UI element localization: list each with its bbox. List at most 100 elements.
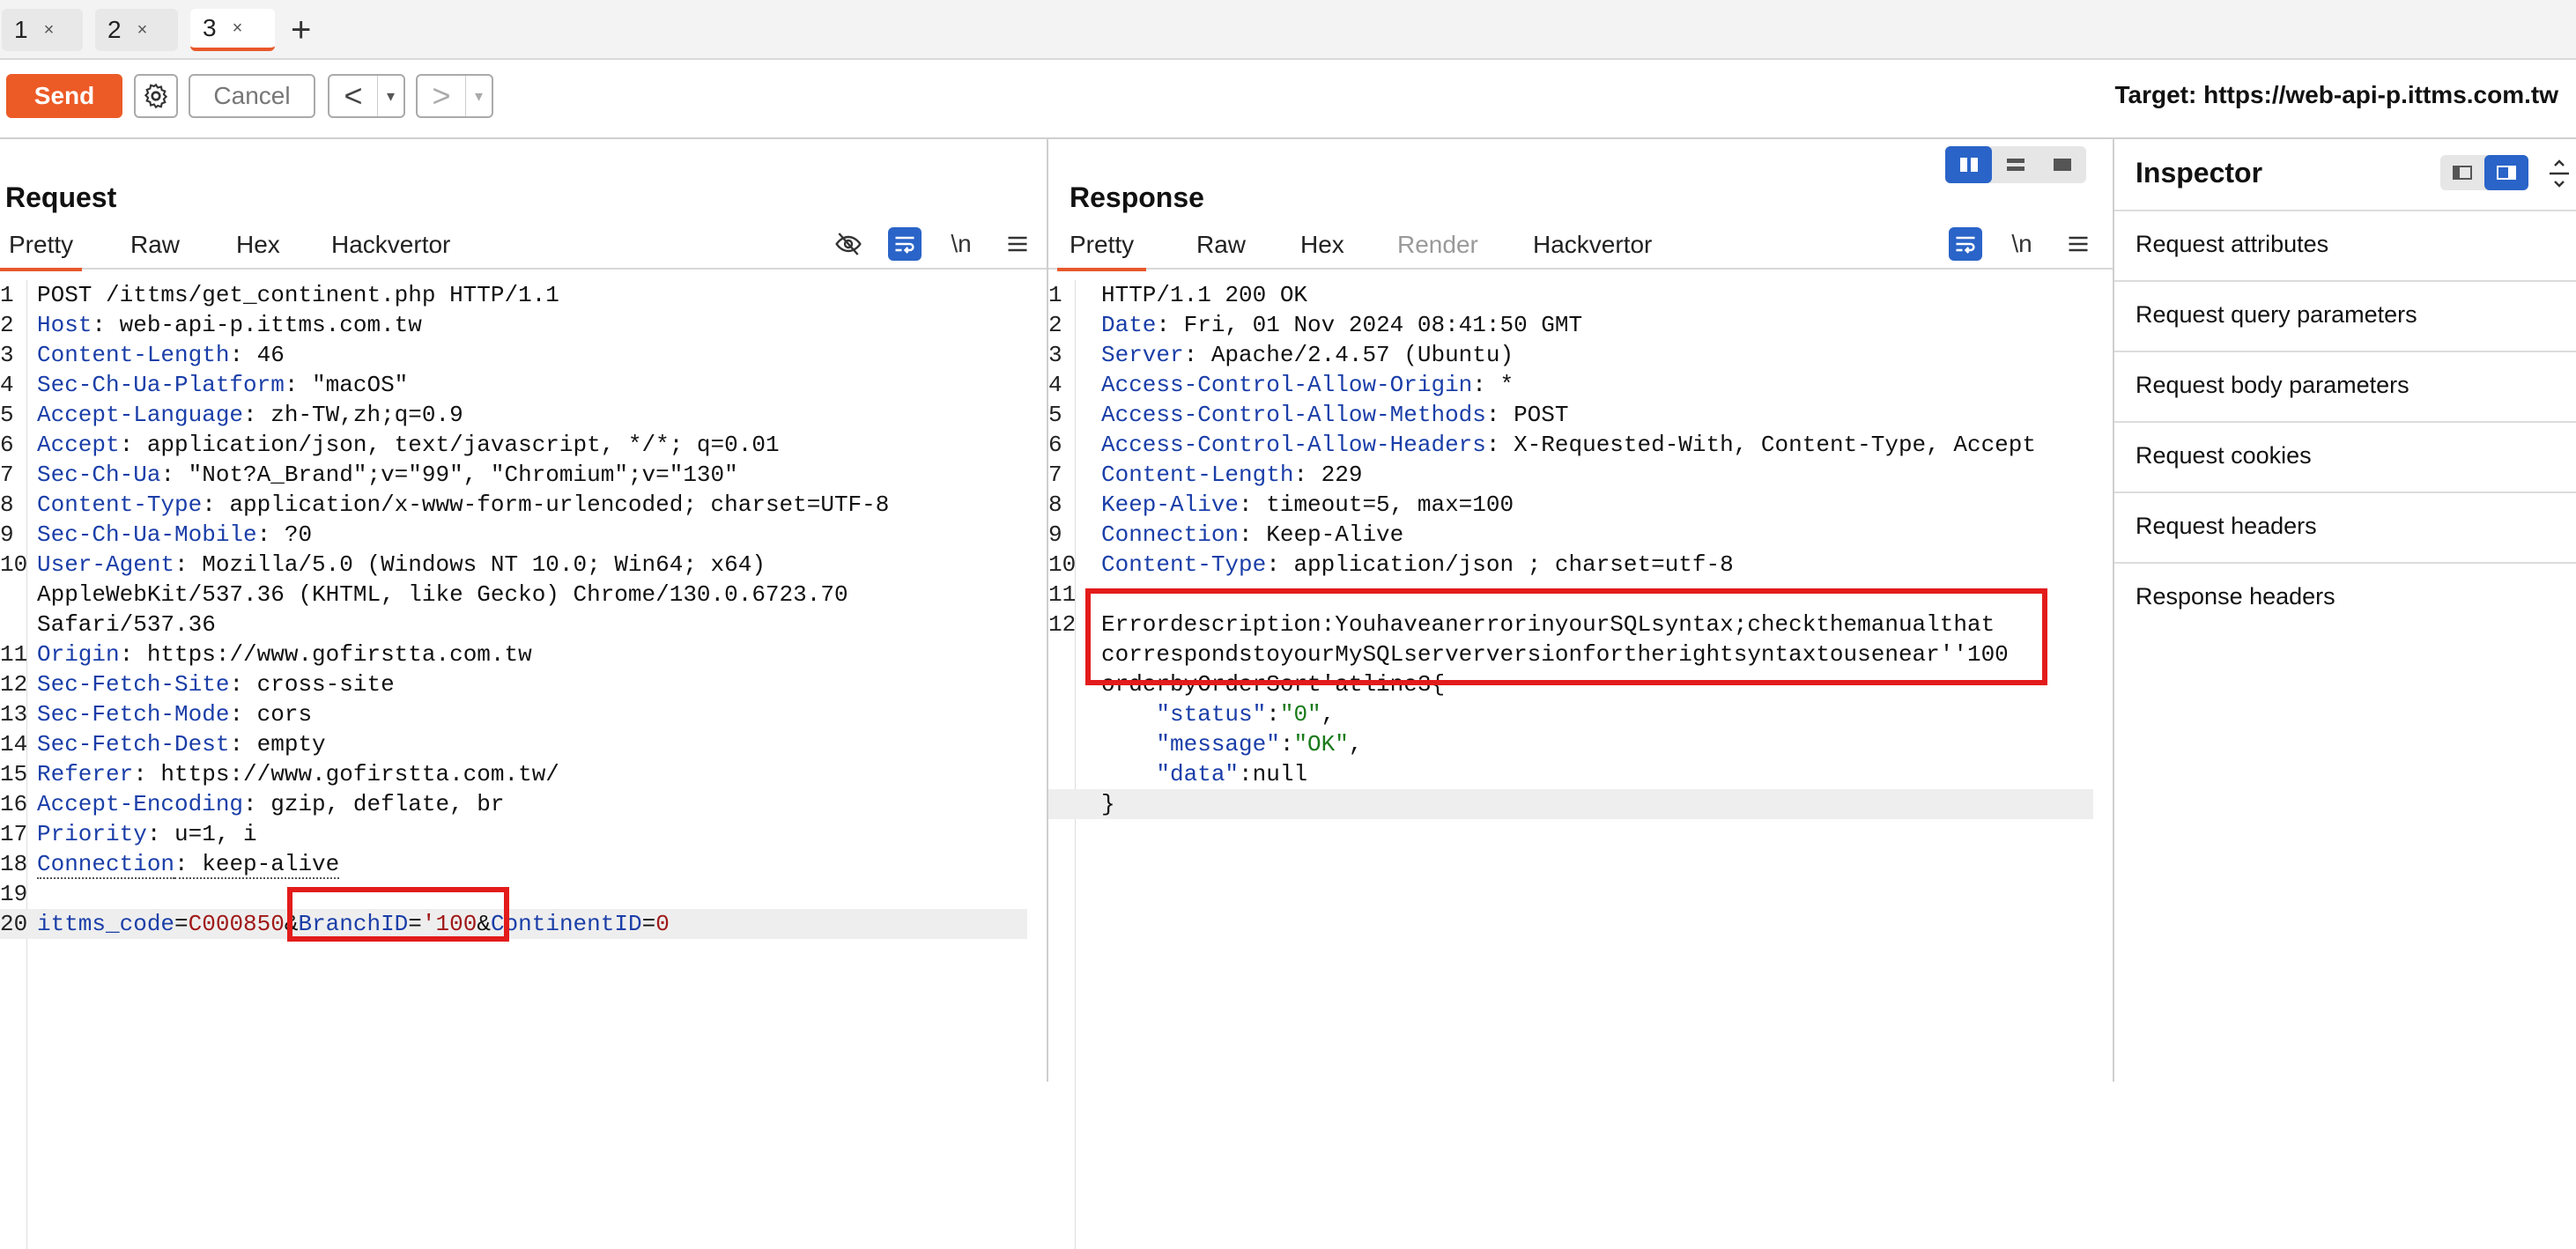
toolbar: Send Cancel < ▾ > ▾ Target: https://web-… [0, 60, 2576, 139]
inspector-layout-toggle[interactable] [2440, 155, 2528, 190]
code-line[interactable]: 4 Access-Control-Allow-Origin: * [1048, 370, 2093, 400]
request-editor[interactable]: 1 POST /ittms/get_continent.php HTTP/1.1 2… [0, 270, 1047, 1249]
close-icon[interactable]: × [233, 18, 243, 39]
tab-3[interactable]: 3 × [190, 9, 275, 51]
code-line[interactable]: 8 Keep-Alive: timeout=5, max=100 [1048, 490, 2093, 520]
code-line[interactable]: 3 Content-Length: 46 [0, 340, 1027, 370]
tab-raw[interactable]: Raw [1196, 231, 1246, 268]
tab-1[interactable]: 1 × [2, 9, 83, 51]
tab-raw[interactable]: Raw [130, 231, 180, 268]
inspector-section[interactable]: Response headers [2114, 562, 2576, 631]
line-number: 8 [0, 491, 14, 518]
code-line[interactable]: 10 User-Agent: Mozilla/5.0 (Windows NT 10… [0, 550, 1027, 580]
line-number: 17 [0, 821, 28, 847]
code-line[interactable]: 5 Accept-Language: zh-TW,zh;q=0.9 [0, 400, 1027, 430]
tab-hex[interactable]: Hex [236, 231, 280, 268]
tab-2[interactable]: 2 × [95, 9, 178, 51]
inspector-section[interactable]: Request headers [2114, 491, 2576, 560]
line-number: 18 [0, 851, 28, 877]
code-line[interactable]: 5 Access-Control-Allow-Methods: POST [1048, 400, 2093, 430]
panel-left-icon[interactable] [2440, 155, 2484, 190]
token-text: : Keep-Alive [1239, 521, 1404, 548]
code-line[interactable]: 2 Date: Fri, 01 Nov 2024 08:41:50 GMT [1048, 310, 2093, 340]
token-value: "OK" [1293, 731, 1349, 758]
token-text: : https://www.gofirstta.com.tw [119, 641, 532, 668]
tab-render[interactable]: Render [1397, 231, 1478, 268]
code-line[interactable]: } [1048, 789, 2093, 819]
code-line[interactable]: 4 Sec-Ch-Ua-Platform: "macOS" [0, 370, 1027, 400]
forward-button[interactable]: > ▾ [416, 74, 493, 118]
code-line[interactable]: 15 Referer: https://www.gofirstta.com.tw/ [0, 759, 1027, 789]
code-line[interactable]: "message":"OK", [1048, 729, 2093, 759]
token-key: Content-Type [1101, 551, 1267, 578]
code-line[interactable]: 9 Sec-Ch-Ua-Mobile: ?0 [0, 520, 1027, 550]
code-line[interactable]: 2 Host: web-api-p.ittms.com.tw [0, 310, 1027, 340]
code-line[interactable]: 10 Content-Type: application/json ; chars… [1048, 550, 2093, 580]
wrap-icon[interactable] [1949, 227, 1982, 261]
code-line[interactable]: 7 Content-Length: 229 [1048, 460, 2093, 490]
code-line[interactable]: "status":"0", [1048, 699, 2093, 729]
code-line[interactable]: 1 POST /ittms/get_continent.php HTTP/1.1 [0, 280, 1027, 310]
code-line[interactable]: 3 Server: Apache/2.4.57 (Ubuntu) [1048, 340, 2093, 370]
menu-icon[interactable] [1001, 227, 1034, 261]
settings-button[interactable] [134, 74, 178, 118]
token-key: Accept-Language [37, 402, 244, 428]
inspector-section[interactable]: Request body parameters [2114, 351, 2576, 419]
chevron-down-icon[interactable]: ▾ [466, 87, 492, 106]
tab-hackvertor[interactable]: Hackvertor [1533, 231, 1652, 268]
code-line[interactable]: 8 Content-Type: application/x-www-form-ur… [0, 490, 1027, 520]
target-label[interactable]: Target: https://web-api-p.ittms.com.tw [2115, 81, 2558, 109]
expand-collapse-icon[interactable] [2546, 159, 2572, 193]
tab-hackvertor[interactable]: Hackvertor [331, 231, 450, 268]
code-line[interactable]: "data":null [1048, 759, 2093, 789]
wrap-icon[interactable] [888, 227, 922, 261]
code-line[interactable]: 17 Priority: u=1, i [0, 819, 1027, 849]
code-line[interactable]: 19 [0, 879, 1027, 909]
split-horizontal-icon[interactable] [1992, 146, 2039, 183]
code-line[interactable]: 9 Connection: Keep-Alive [1048, 520, 2093, 550]
code-line[interactable]: AppleWebKit/537.36 (KHTML, like Gecko) C… [0, 580, 1027, 610]
token-text: : [1279, 731, 1294, 758]
menu-icon[interactable] [2062, 227, 2095, 261]
code-line[interactable]: 13 Sec-Fetch-Mode: cors [0, 699, 1027, 729]
code-line[interactable]: 6 Accept: application/json, text/javascri… [0, 430, 1027, 460]
close-icon[interactable]: × [44, 20, 55, 41]
line-number: 5 [0, 402, 14, 428]
inspector-title: Inspector [2136, 157, 2263, 188]
panel-right-icon[interactable] [2484, 155, 2528, 190]
token-key: Connection [1101, 521, 1240, 548]
token-key: "data" [1101, 761, 1240, 787]
newline-icon[interactable]: \n [2005, 227, 2039, 261]
split-vertical-icon[interactable] [1945, 146, 1993, 183]
inspector-section[interactable]: Request query parameters [2114, 280, 2576, 349]
code-line[interactable]: 18 Connection: keep-alive [0, 849, 1027, 879]
code-line[interactable]: 6 Access-Control-Allow-Headers: X-Request… [1048, 430, 2093, 460]
tab-pretty[interactable]: Pretty [1057, 231, 1147, 271]
inspector-section[interactable]: Request cookies [2114, 421, 2576, 490]
chevron-down-icon[interactable]: ▾ [378, 87, 403, 106]
code-line[interactable]: 7 Sec-Ch-Ua: "Not?A_Brand";v="99", "Chrom… [0, 460, 1027, 490]
hide-icon[interactable] [832, 227, 865, 261]
tab-pretty[interactable]: Pretty [0, 231, 83, 271]
code-line[interactable]: 14 Sec-Fetch-Dest: empty [0, 729, 1027, 759]
token-text: : 46 [229, 342, 285, 368]
line-number: 10 [1048, 551, 1077, 578]
newline-icon[interactable]: \n [944, 227, 978, 261]
layout-toggle[interactable] [1945, 146, 2086, 183]
code-line[interactable]: 12 Sec-Fetch-Site: cross-site [0, 669, 1027, 699]
code-line[interactable]: 1 HTTP/1.1 200 OK [1048, 280, 2093, 310]
code-line[interactable]: 11 Origin: https://www.gofirstta.com.tw [0, 639, 1027, 669]
send-button[interactable]: Send [6, 74, 122, 118]
cancel-button[interactable]: Cancel [189, 74, 315, 118]
inspector-pane: Inspector Request attributes Request quer… [2114, 139, 2576, 1082]
code-line[interactable]: 16 Accept-Encoding: gzip, deflate, br [0, 789, 1027, 819]
code-line[interactable]: 20 ittms_code=C000850&BranchID='100&Conti… [0, 909, 1027, 939]
back-button[interactable]: < ▾ [328, 74, 405, 118]
new-tab-button[interactable]: + [291, 9, 311, 51]
tab-hex[interactable]: Hex [1300, 231, 1344, 268]
inspector-section[interactable]: Request attributes [2114, 210, 2576, 278]
single-pane-icon[interactable] [2039, 146, 2086, 183]
code-line[interactable]: Safari/537.36 [0, 610, 1027, 639]
close-icon[interactable]: × [137, 20, 148, 41]
line-number: 1 [1048, 282, 1062, 308]
